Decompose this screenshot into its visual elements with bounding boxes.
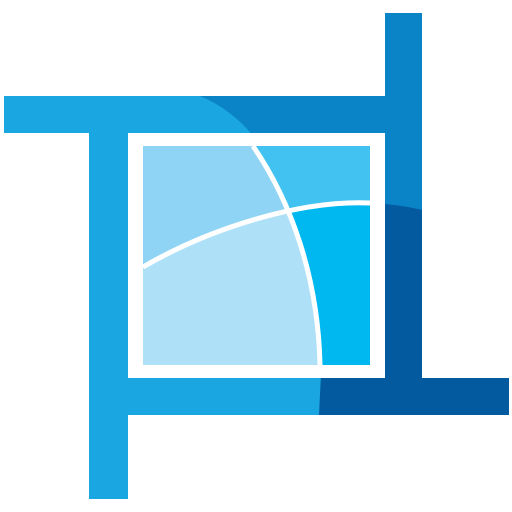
frame-light-lower [4,250,128,499]
app-icon [0,0,512,512]
crop-tool-icon [4,13,509,499]
pane-group [143,146,370,365]
